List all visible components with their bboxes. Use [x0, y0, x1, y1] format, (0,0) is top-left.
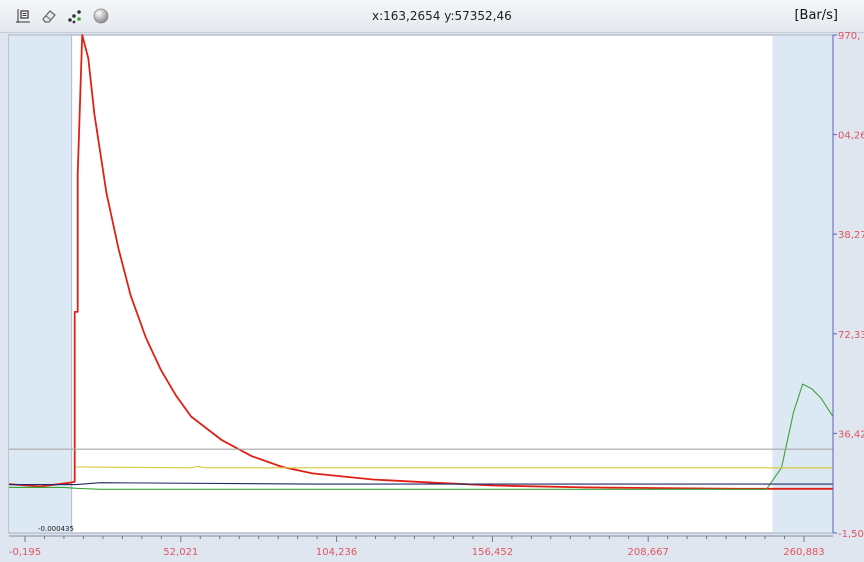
- baseline-label: -0.000435: [38, 525, 74, 533]
- x-tick-label: 156,452: [472, 547, 513, 558]
- x-tick-label: 260,883: [783, 547, 824, 558]
- plot-area: [8, 34, 834, 534]
- y-tick-label: 36,42: [838, 429, 864, 440]
- shaded-region-2: [772, 36, 833, 532]
- x-tick-label: 52,021: [163, 547, 198, 558]
- y-tick-label: 04,26: [838, 131, 864, 142]
- y-tick-label: -1,505: [838, 529, 864, 540]
- y-tick-label: 38,27: [838, 230, 864, 241]
- shaded-region-1: [9, 36, 72, 532]
- x-tick-label: -0,195: [9, 547, 41, 558]
- chart[interactable]: -0.000435 970, 04,26 38,27 72,33 36,42 -1,505 -…: [0, 0, 864, 562]
- x-tick-label: 104,236: [316, 547, 357, 558]
- x-tick-label: 208,667: [628, 547, 669, 558]
- y-tick-label: 970,: [838, 31, 860, 42]
- y-tick-label: 72,33: [838, 330, 864, 341]
